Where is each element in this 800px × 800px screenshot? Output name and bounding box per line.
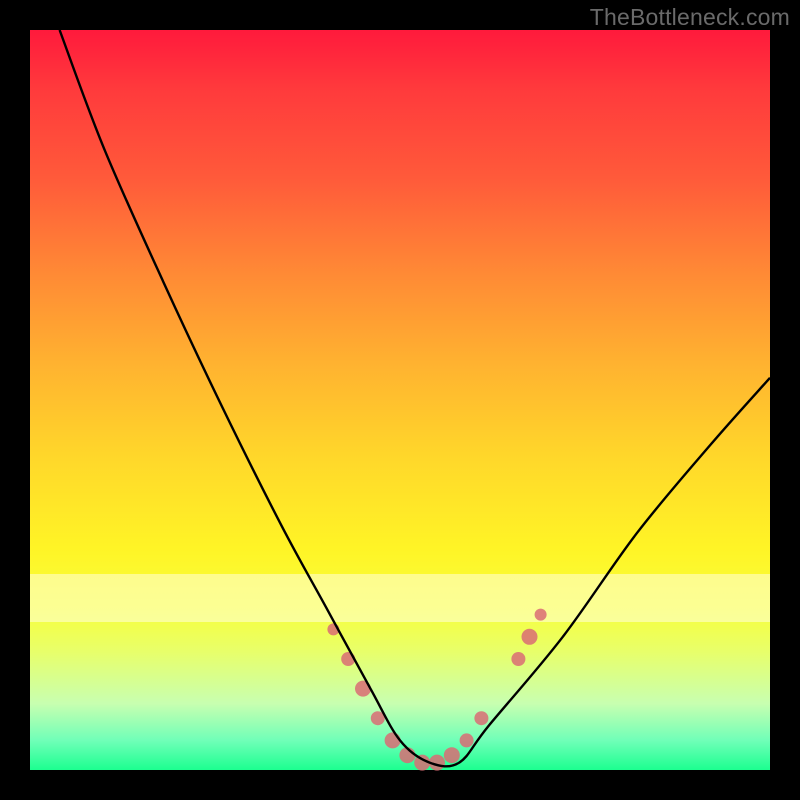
bottleneck-curve: [60, 30, 770, 766]
curve-marker: [535, 609, 547, 621]
curve-marker: [474, 711, 488, 725]
chart-svg: [30, 30, 770, 770]
plot-area: [30, 30, 770, 770]
curve-marker: [460, 733, 474, 747]
curve-marker: [444, 747, 460, 763]
watermark-label: TheBottleneck.com: [590, 4, 790, 31]
chart-frame: TheBottleneck.com: [0, 0, 800, 800]
curve-marker: [385, 732, 401, 748]
curve-marker: [511, 652, 525, 666]
curve-marker: [522, 629, 538, 645]
